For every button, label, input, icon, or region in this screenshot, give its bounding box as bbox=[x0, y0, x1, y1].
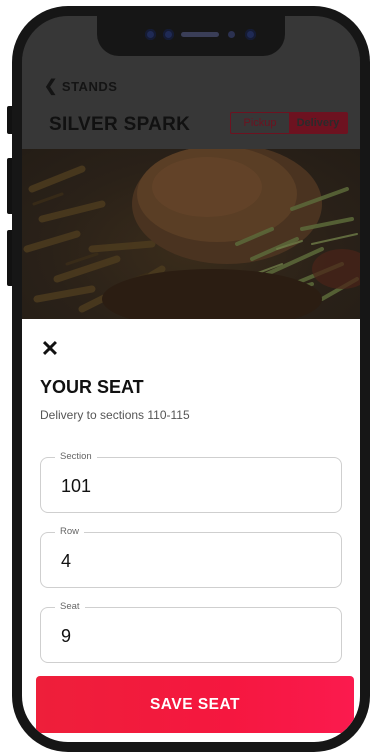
sensor-dot bbox=[228, 31, 235, 38]
seat-field-label: Seat bbox=[55, 601, 85, 612]
camera-icon bbox=[145, 29, 156, 40]
save-seat-label: SAVE SEAT bbox=[149, 695, 241, 713]
stand-title: SILVER SPARK bbox=[49, 114, 191, 135]
notch bbox=[97, 16, 285, 56]
delivery-sections-note: Delivery to sections 110-115 bbox=[40, 408, 190, 422]
chevron-left-icon: ❮ bbox=[44, 78, 58, 95]
food-hero-image bbox=[22, 149, 360, 319]
row-field-label: Row bbox=[55, 526, 85, 537]
seat-input[interactable]: 9 bbox=[61, 626, 321, 647]
close-icon[interactable]: ✕ bbox=[40, 338, 60, 360]
camera-icon bbox=[245, 29, 256, 40]
row-field[interactable]: Row 4 bbox=[40, 526, 342, 588]
back-label: STANDS bbox=[61, 79, 118, 94]
save-seat-button[interactable]: SAVE SEAT bbox=[36, 676, 354, 733]
section-field[interactable]: Section 101 bbox=[40, 451, 342, 513]
row-input[interactable]: 4 bbox=[61, 551, 321, 572]
toggle-option-delivery[interactable]: Delivery bbox=[289, 113, 347, 133]
order-type-toggle: Pickup Delivery bbox=[230, 112, 348, 134]
seat-field[interactable]: Seat 9 bbox=[40, 601, 342, 663]
toggle-option-pickup[interactable]: Pickup bbox=[231, 113, 289, 133]
back-button[interactable]: ❮ STANDS bbox=[44, 78, 118, 95]
speaker-grille bbox=[181, 32, 219, 37]
food-illustration bbox=[23, 149, 360, 319]
section-field-label: Section bbox=[55, 451, 97, 462]
your-seat-sheet: ✕ YOUR SEAT Delivery to sections 110-115… bbox=[22, 319, 360, 742]
sheet-title: YOUR SEAT bbox=[40, 377, 144, 397]
phone-frame: ❮ STANDS SILVER SPARK Pickup Delivery ✕ … bbox=[12, 6, 370, 752]
camera-icon bbox=[163, 29, 174, 40]
phone-screen: ❮ STANDS SILVER SPARK Pickup Delivery ✕ … bbox=[22, 16, 360, 742]
section-input[interactable]: 101 bbox=[61, 476, 321, 497]
